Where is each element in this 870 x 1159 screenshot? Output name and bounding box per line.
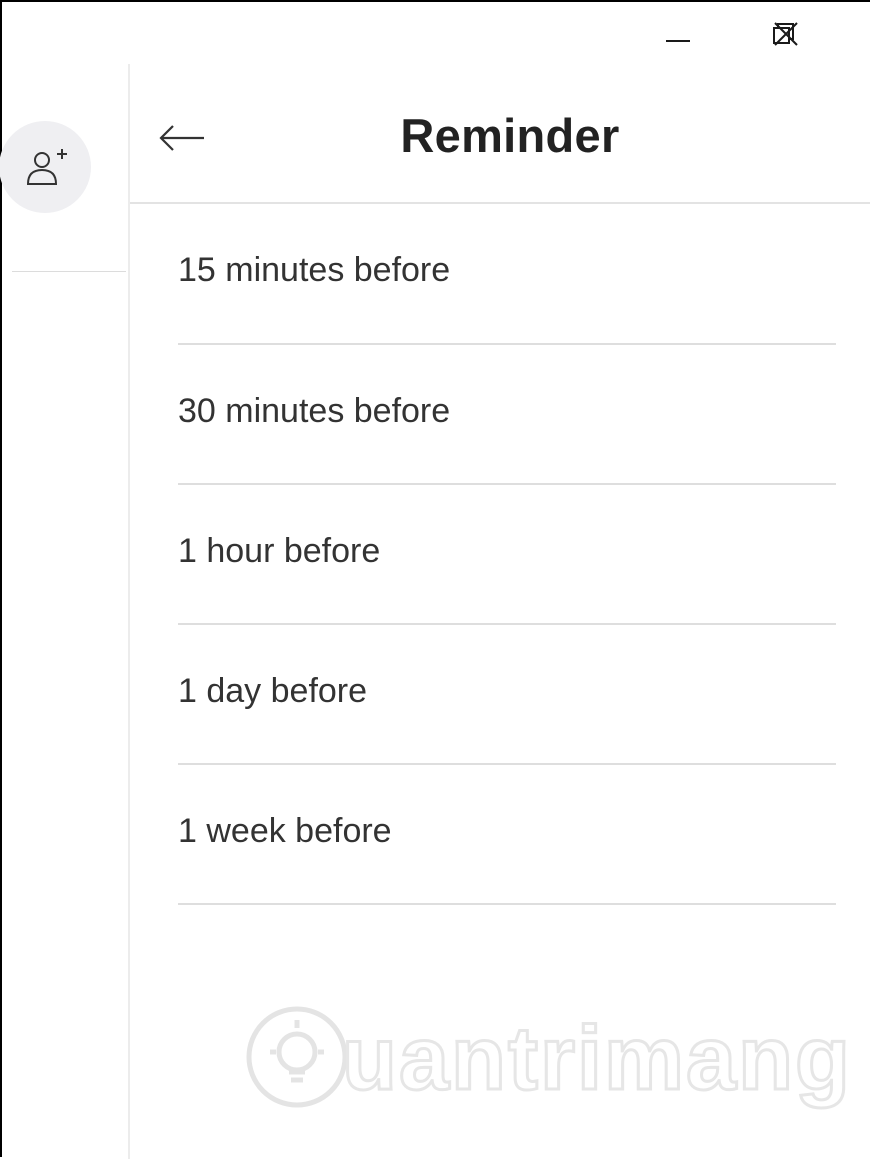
option-label: 30 minutes before (178, 391, 451, 430)
close-icon (774, 22, 798, 46)
app-window: Reminder 15 minutes before 30 minutes be… (0, 0, 870, 1159)
option-label: 15 minutes before (178, 251, 451, 289)
option-label: 1 hour before (178, 531, 381, 570)
option-label: 1 day before (178, 671, 368, 710)
reminder-option-15-minutes[interactable]: 15 minutes before (178, 204, 836, 345)
minimize-button[interactable] (658, 14, 698, 54)
sidebar (0, 2, 128, 1159)
reminder-option-30-minutes[interactable]: 30 minutes before (178, 345, 836, 485)
page-title: Reminder (400, 109, 620, 162)
sidebar-divider (12, 271, 126, 272)
add-contact-button[interactable] (0, 121, 91, 213)
minimize-icon (666, 40, 690, 42)
panel-header: Reminder (130, 64, 870, 204)
lightbulb-icon (246, 1006, 348, 1108)
watermark: uantrimang (242, 1000, 852, 1120)
reminder-option-1-hour[interactable]: 1 hour before (178, 485, 836, 625)
option-label: 1 week before (178, 811, 392, 850)
reminder-options-list: 15 minutes before 30 minutes before 1 ho… (178, 204, 836, 905)
reminder-option-1-week[interactable]: 1 week before (178, 765, 836, 905)
reminder-option-1-day[interactable]: 1 day before (178, 625, 836, 765)
close-button[interactable] (766, 14, 806, 54)
window-controls (570, 14, 870, 54)
reminder-panel: Reminder 15 minutes before 30 minutes be… (130, 64, 870, 1159)
watermark-text: uantrimang (340, 1008, 853, 1111)
add-person-icon (26, 149, 67, 185)
